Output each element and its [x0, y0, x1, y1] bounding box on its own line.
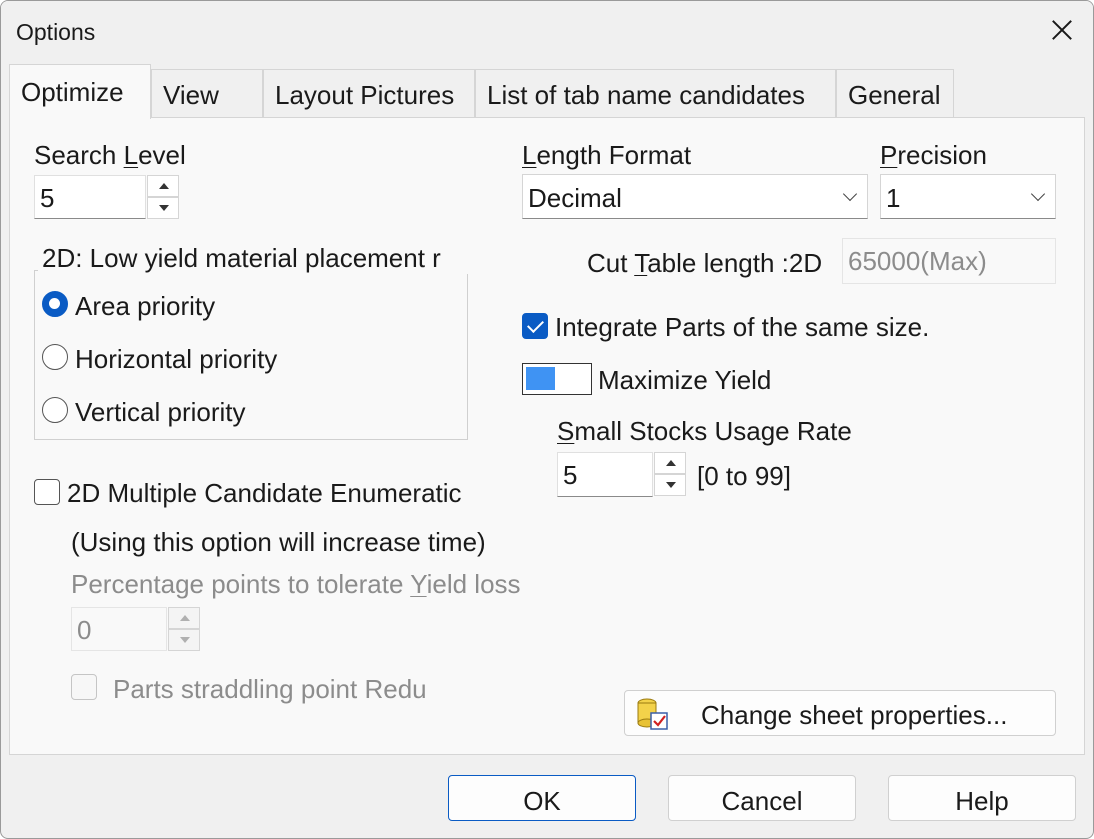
- length-format-select[interactable]: Decimal: [522, 174, 868, 219]
- sheet-properties-icon: [637, 698, 668, 730]
- ok-button[interactable]: OK: [448, 775, 636, 821]
- tab-list-of-tab-name-candidates[interactable]: List of tab name candidates: [475, 69, 836, 117]
- maximize-yield-label: Maximize Yield: [598, 365, 772, 395]
- parts-straddling-checkbox[interactable]: [71, 674, 97, 700]
- spin-down-icon[interactable]: [147, 197, 179, 219]
- cancel-button[interactable]: Cancel: [668, 775, 856, 821]
- spin-up-icon[interactable]: [654, 452, 686, 474]
- search-level-label: Search Level: [34, 140, 186, 170]
- tolerate-yield-loss-spinner[interactable]: [168, 607, 200, 651]
- title-bar: Options: [1, 1, 1093, 61]
- low-yield-group-title: 2D: Low yield material placement r: [38, 243, 470, 274]
- maximize-yield-toggle[interactable]: [522, 363, 592, 395]
- options-dialog: Options Optimize View Layout Pictures Li…: [0, 0, 1094, 839]
- spin-down-icon[interactable]: [168, 629, 200, 651]
- precision-select[interactable]: 1: [880, 174, 1056, 219]
- cut-table-length-label: Cut Table length :2D: [587, 248, 823, 278]
- horizontal-priority-radio[interactable]: [42, 344, 68, 370]
- chevron-down-icon: [1030, 186, 1046, 202]
- integrate-parts-label: Integrate Parts of the same size.: [555, 312, 930, 342]
- tolerate-yield-loss-input[interactable]: 0: [71, 607, 167, 651]
- parts-straddling-label: Parts straddling point Redu: [113, 674, 427, 704]
- small-stocks-spinner[interactable]: [654, 452, 686, 496]
- spin-up-icon[interactable]: [147, 175, 179, 197]
- search-level-input[interactable]: 5: [34, 175, 146, 219]
- tab-view[interactable]: View: [151, 69, 263, 117]
- close-icon[interactable]: [1045, 13, 1079, 47]
- cut-table-length-input[interactable]: 65000(Max): [842, 238, 1056, 284]
- vertical-priority-label: Vertical priority: [75, 397, 246, 427]
- small-stocks-range: [0 to 99]: [697, 461, 791, 491]
- help-button[interactable]: Help: [888, 775, 1076, 821]
- area-priority-radio[interactable]: [42, 291, 68, 317]
- window-title: Options: [16, 19, 96, 45]
- small-stocks-input[interactable]: 5: [557, 452, 653, 497]
- vertical-priority-radio[interactable]: [42, 397, 68, 423]
- multiple-candidate-label: 2D Multiple Candidate Enumeratic: [67, 478, 462, 508]
- horizontal-priority-label: Horizontal priority: [75, 344, 278, 374]
- length-format-label: Length Format: [522, 140, 692, 170]
- tab-optimize[interactable]: Optimize: [9, 64, 151, 119]
- area-priority-label: Area priority: [75, 291, 216, 321]
- tab-general[interactable]: General: [836, 69, 954, 117]
- small-stocks-label: Small Stocks Usage Rate: [557, 416, 852, 446]
- spin-up-icon[interactable]: [168, 607, 200, 629]
- multiple-candidate-checkbox[interactable]: [34, 479, 60, 505]
- spin-down-icon[interactable]: [654, 474, 686, 496]
- search-level-spinner[interactable]: [147, 175, 179, 219]
- optimize-panel: Search Level 5 2D: Low yield material pl…: [9, 117, 1085, 755]
- chevron-down-icon: [842, 186, 858, 202]
- tolerate-yield-loss-label: Percentage points to tolerate Yield loss: [71, 569, 521, 599]
- multiple-candidate-note: (Using this option will increase time): [71, 527, 486, 557]
- integrate-parts-checkbox[interactable]: [522, 313, 548, 339]
- tab-layout-pictures[interactable]: Layout Pictures: [263, 69, 475, 117]
- precision-label: Precision: [880, 140, 987, 170]
- change-sheet-properties-button[interactable]: Change sheet properties...: [624, 690, 1056, 736]
